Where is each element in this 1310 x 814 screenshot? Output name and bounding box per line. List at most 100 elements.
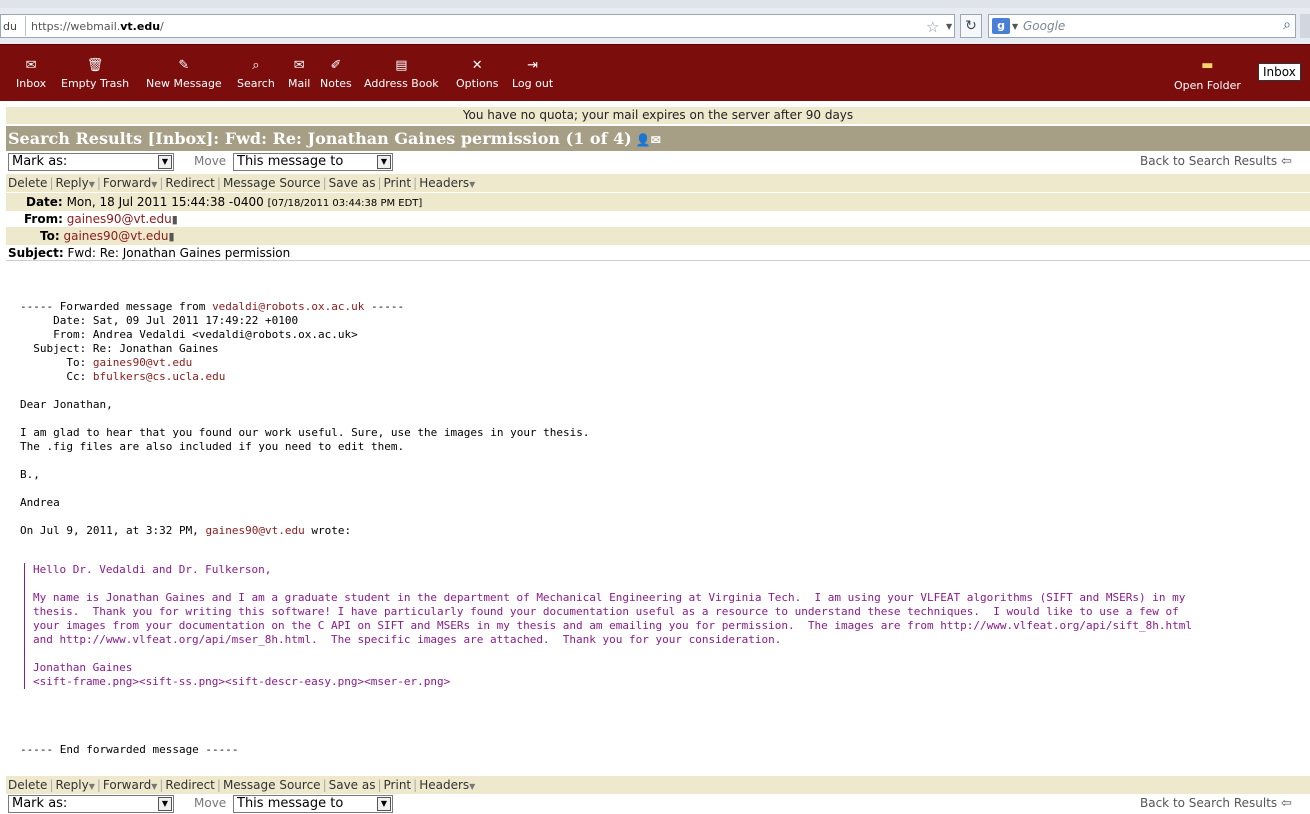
- header-divider: [6, 260, 1310, 261]
- headers-link[interactable]: Headers▼: [417, 176, 477, 190]
- back-to-search-results[interactable]: Back to Search Results ⇦: [1140, 154, 1292, 169]
- back-arrow-icon[interactable]: ⇦: [1281, 796, 1292, 811]
- subject-value: Fwd: Re: Jonathan Gaines permission: [67, 246, 291, 260]
- logout-icon: ⇥: [527, 58, 539, 73]
- mail-icon: ✉: [293, 58, 305, 73]
- chevron-down-icon[interactable]: ▼: [158, 155, 172, 169]
- toolbar-search[interactable]: ⌕ Search: [237, 58, 275, 90]
- to-address[interactable]: gaines90@vt.edu: [63, 229, 168, 243]
- header-date-row: Date: Mon, 18 Jul 2011 15:44:38 -0400 [0…: [6, 193, 1310, 211]
- message-controls-top: Mark as: ▼ Move This message to ▼ Back t…: [6, 152, 1310, 172]
- forward-link[interactable]: Forward▼: [101, 778, 159, 792]
- search-icon: ⌕: [252, 58, 260, 73]
- message-source-link[interactable]: Message Source: [221, 176, 323, 190]
- from-address[interactable]: gaines90@vt.edu: [67, 212, 172, 226]
- add-contact-icon[interactable]: ▮: [169, 230, 175, 243]
- message-actions-bottom: Delete | Reply▼ | Forward▼ | Redirect | Message …: [6, 776, 1310, 794]
- redirect-link[interactable]: Redirect: [163, 778, 217, 792]
- toolbar-notes[interactable]: ✐ Notes: [320, 58, 352, 90]
- message-body: ----- Forwarded message from vedaldi@rob…: [20, 300, 590, 537]
- quota-notice: You have no quota; your mail expires on …: [6, 107, 1310, 124]
- print-link[interactable]: Print: [382, 778, 414, 792]
- compose-icon: ✎: [178, 58, 190, 73]
- toolbar-new-message[interactable]: ✎ New Message: [146, 58, 222, 90]
- chevron-down-icon[interactable]: ▼: [151, 180, 157, 189]
- browser-search-box[interactable]: g ▼ Google ⌕: [988, 14, 1296, 38]
- toolbar-inbox[interactable]: ✉ Inbox: [16, 58, 46, 90]
- mark-as-select[interactable]: Mark as: ▼: [8, 153, 174, 171]
- header-from-row: From: gaines90@vt.edu▮: [6, 210, 1310, 228]
- toolbar-log-out[interactable]: ⇥ Log out: [512, 58, 553, 90]
- chevron-down-icon[interactable]: ▼: [377, 155, 391, 169]
- url-divider: [25, 16, 26, 36]
- print-link[interactable]: Print: [382, 176, 414, 190]
- page-title: Search Results [Inbox]: Fwd: Re: Jonatha…: [8, 129, 632, 148]
- headers-link[interactable]: Headers▼: [417, 778, 477, 792]
- toolbar-options[interactable]: ✕ Options: [456, 58, 498, 90]
- from-label: From:: [24, 212, 63, 226]
- chevron-down-icon[interactable]: ▼: [89, 180, 95, 189]
- move-label[interactable]: Move: [194, 154, 226, 168]
- chevron-down-icon[interactable]: ▼: [151, 782, 157, 791]
- move-target-select[interactable]: This message to ▼: [233, 153, 393, 171]
- envelope-icon: ✉: [25, 58, 37, 73]
- reply-link[interactable]: Reply▼: [53, 176, 96, 190]
- address-book-icon: ▤: [395, 58, 408, 73]
- chevron-down-icon[interactable]: ▼: [469, 782, 475, 791]
- message-title-bar: Search Results [Inbox]: Fwd: Re: Jonatha…: [6, 126, 1310, 151]
- quoted-message: Hello Dr. Vedaldi and Dr. Fulkerson, My …: [24, 563, 1308, 689]
- chevron-down-icon[interactable]: ▼: [377, 797, 391, 811]
- add-contact-icon[interactable]: ▮: [172, 213, 178, 226]
- folder-select[interactable]: Inbox: [1258, 63, 1301, 81]
- folder-icon: ▬: [1201, 58, 1214, 73]
- redirect-link[interactable]: Redirect: [163, 176, 217, 190]
- reload-button[interactable]: ↻: [960, 14, 982, 38]
- envelope-small-icon[interactable]: ✉: [651, 133, 661, 147]
- message-source-link[interactable]: Message Source: [221, 778, 323, 792]
- delete-link[interactable]: Delete: [6, 176, 49, 190]
- chevron-down-icon[interactable]: ▼: [158, 797, 172, 811]
- options-icon: ✕: [471, 58, 483, 73]
- wrote-link[interactable]: gaines90@vt.edu: [205, 524, 304, 537]
- bookmark-star-icon[interactable]: ☆: [926, 18, 939, 36]
- trash-icon: 🗑: [86, 58, 104, 73]
- chevron-down-icon[interactable]: ▼: [469, 180, 475, 189]
- back-arrow-icon[interactable]: ⇦: [1281, 154, 1292, 169]
- magnifier-icon[interactable]: ⌕: [1283, 17, 1291, 33]
- reply-link[interactable]: Reply▼: [53, 778, 96, 792]
- save-as-link[interactable]: Save as: [327, 778, 378, 792]
- to-label: To:: [40, 229, 60, 243]
- delete-link[interactable]: Delete: [6, 778, 49, 792]
- toolbar-address-book[interactable]: ▤ Address Book: [364, 58, 439, 90]
- forwarded-from-link[interactable]: vedaldi@robots.ox.ac.uk: [212, 300, 364, 313]
- notes-icon: ✐: [330, 58, 342, 73]
- fwd-cc-link[interactable]: bfulkers@cs.ucla.edu: [93, 370, 225, 383]
- date-value: Mon, 18 Jul 2011 15:44:38 -0400: [66, 195, 264, 209]
- history-dropdown-icon[interactable]: ▼: [946, 22, 952, 31]
- search-placeholder: Google: [1023, 19, 1066, 33]
- contact-icon[interactable]: 👤: [636, 133, 651, 147]
- date-local: [07/18/2011 03:44:38 PM EDT]: [267, 198, 423, 209]
- google-logo-icon[interactable]: g: [992, 18, 1010, 34]
- chevron-down-icon[interactable]: ▼: [89, 782, 95, 791]
- url-text[interactable]: https://webmail.vt.edu/: [31, 20, 164, 33]
- forward-end-marker: ----- End forwarded message -----: [20, 743, 239, 756]
- subject-label: Subject:: [8, 246, 64, 260]
- tab-strip: [0, 0, 1310, 8]
- fwd-to-link[interactable]: gaines90@vt.edu: [93, 356, 192, 369]
- toolbar-empty-trash[interactable]: 🗑 Empty Trash: [61, 58, 129, 90]
- address-bar[interactable]: du https://webmail.vt.edu/ ☆ ▼: [0, 14, 955, 38]
- browser-edge: [1300, 14, 1310, 38]
- url-prefix: du: [3, 20, 17, 33]
- message-controls-bottom: Mark as: ▼ Move This message to ▼ Back t…: [6, 794, 1310, 814]
- mark-as-select[interactable]: Mark as: ▼: [8, 795, 174, 813]
- move-target-select[interactable]: This message to ▼: [233, 795, 393, 813]
- message-actions-top: Delete | Reply▼ | Forward▼ | Redirect | Message …: [6, 174, 1310, 192]
- move-label[interactable]: Move: [194, 796, 226, 810]
- save-as-link[interactable]: Save as: [327, 176, 378, 190]
- toolbar-mail[interactable]: ✉ Mail: [288, 58, 310, 90]
- back-to-search-results[interactable]: Back to Search Results ⇦: [1140, 796, 1292, 811]
- toolbar-open-folder[interactable]: ▬ Open Folder: [1174, 58, 1241, 92]
- search-engine-dropdown-icon[interactable]: ▼: [1012, 22, 1018, 31]
- forward-link[interactable]: Forward▼: [101, 176, 159, 190]
